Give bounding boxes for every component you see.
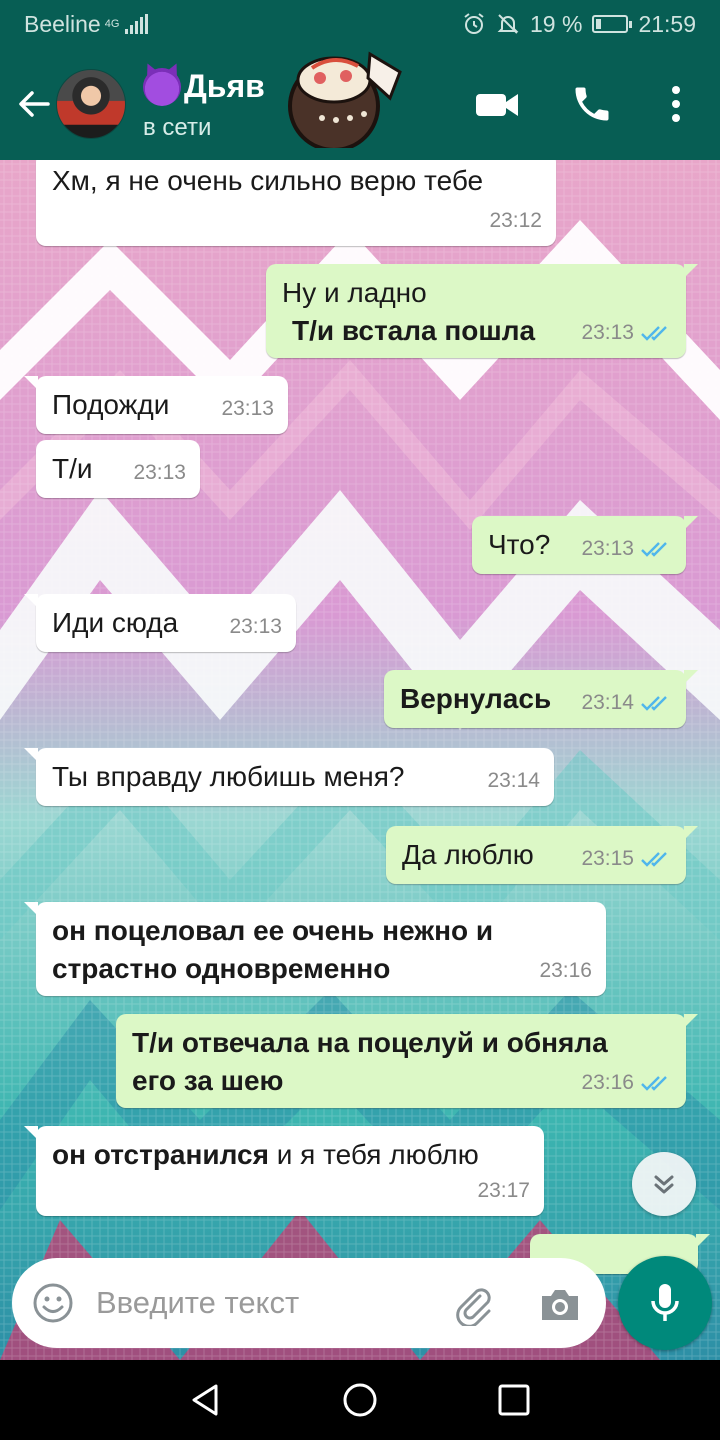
- message-bubble-incoming[interactable]: он поцеловал ее очень нежно и страстно о…: [24, 902, 606, 996]
- nav-home-icon[interactable]: [340, 1380, 380, 1420]
- clock: 21:59: [638, 10, 696, 37]
- message-time: 23:13: [229, 615, 282, 638]
- message-time: 23:16: [581, 1071, 634, 1094]
- message-bubble-outgoing[interactable]: Вернулась 23:14: [384, 670, 698, 728]
- message-time: 23:17: [477, 1179, 530, 1202]
- message-input[interactable]: [96, 1276, 436, 1330]
- message-text: он поцеловал ее очень нежно и страстно о…: [52, 915, 494, 984]
- battery-icon: [592, 15, 633, 33]
- message-bubble-outgoing[interactable]: Что? 23:13: [472, 516, 698, 574]
- microphone-icon: [651, 1284, 679, 1321]
- battery-percent: 19 %: [530, 10, 583, 37]
- more-options-icon[interactable]: [662, 84, 690, 124]
- contact-status: в сети: [143, 114, 212, 141]
- nav-recents-icon[interactable]: [494, 1380, 534, 1420]
- message-time: 23:13: [133, 461, 186, 484]
- message-bubble-outgoing[interactable]: Т/и отвечала на поцелуй и обняла его за …: [116, 1014, 698, 1108]
- mute-icon: [497, 14, 519, 34]
- carrier-name: Beeline: [24, 10, 101, 37]
- status-bar: Beeline 4G 19 % 21:59: [0, 0, 720, 48]
- alarm-icon: [464, 13, 484, 34]
- camera-icon[interactable]: [538, 1284, 582, 1324]
- message-bubble-incoming[interactable]: Хм, я не очень сильно верю тебе 23:12: [36, 160, 556, 246]
- read-receipt-icon: [641, 1076, 667, 1091]
- message-bubble-outgoing[interactable]: Да люблю 23:15: [386, 826, 698, 884]
- video-call-icon[interactable]: [474, 88, 520, 122]
- read-receipt-icon: [641, 852, 667, 867]
- read-receipt-icon: [641, 542, 667, 557]
- nav-back-icon[interactable]: [186, 1380, 226, 1420]
- paperclip-icon[interactable]: [450, 1282, 494, 1326]
- message-text: Ну и ладно: [282, 277, 427, 308]
- message-bubble-incoming[interactable]: Ты вправду любишь меня? 23:14: [24, 748, 554, 806]
- contact-name[interactable]: Дьяв: [184, 68, 265, 105]
- smiling-devil-icon: [143, 68, 181, 106]
- mic-button[interactable]: [618, 1256, 712, 1350]
- message-time: 23:15: [581, 847, 634, 870]
- message-time: 23:13: [221, 397, 274, 420]
- message-time: 23:14: [487, 769, 540, 792]
- composer-pill: [12, 1258, 606, 1348]
- message-text: Хм, я не очень сильно верю тебе: [52, 165, 484, 196]
- message-bubble-incoming[interactable]: Т/и 23:13: [36, 440, 200, 498]
- message-time: 23:13: [581, 537, 634, 560]
- message-time: 23:16: [539, 959, 592, 982]
- read-receipt-icon: [641, 326, 667, 341]
- message-bubble-incoming[interactable]: Иди сюда 23:13: [24, 594, 296, 652]
- back-arrow-icon[interactable]: [14, 84, 54, 124]
- scroll-to-bottom-button[interactable]: [632, 1152, 696, 1216]
- message-bubble-outgoing[interactable]: Ну и ладно Т/и встала пошла 23:13: [266, 264, 698, 358]
- network-type: 4G: [104, 18, 120, 30]
- message-time: 23:12: [489, 209, 542, 232]
- carrier: Beeline 4G: [24, 10, 149, 38]
- signal-icon: [125, 14, 149, 34]
- message-text: Ты вправду любишь меня?: [52, 761, 405, 792]
- message-time: 23:14: [581, 691, 634, 714]
- message-bubble-incoming[interactable]: Подожди 23:13: [24, 376, 288, 434]
- double-chevron-down-icon: [654, 1175, 674, 1194]
- composer-bar: [0, 1246, 720, 1360]
- message-text-bold: он отстранился: [52, 1139, 269, 1170]
- read-receipt-icon: [641, 696, 667, 711]
- system-navigation-bar: [0, 1360, 720, 1440]
- avatar[interactable]: [56, 69, 126, 139]
- message-text: и я тебя люблю: [268, 1139, 479, 1170]
- emoji-icon[interactable]: [32, 1282, 74, 1324]
- message-bubble-incoming[interactable]: он отстранился и я тебя люблю 23:17: [24, 1126, 544, 1216]
- chibi-sticker: [288, 51, 402, 148]
- chat-header: Дьяв в сети: [0, 48, 720, 160]
- chat-area[interactable]: Хм, я не очень сильно верю тебе 23:12 Ну…: [0, 160, 720, 1360]
- message-time: 23:13: [581, 321, 634, 344]
- phone-icon[interactable]: [570, 82, 614, 126]
